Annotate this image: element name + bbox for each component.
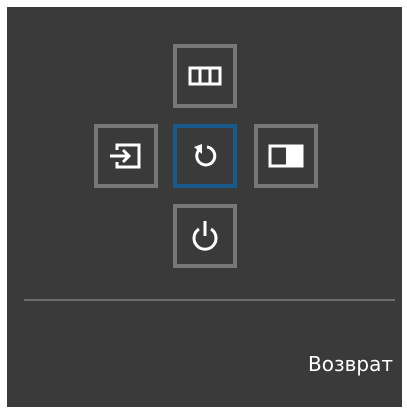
power-button[interactable] — [173, 204, 237, 268]
source-input-button[interactable] — [94, 124, 158, 188]
pip-icon — [268, 144, 304, 168]
picture-mode-icon — [188, 66, 222, 86]
picture-mode-button[interactable] — [173, 44, 237, 108]
power-icon — [192, 221, 218, 251]
pip-button[interactable] — [254, 124, 318, 188]
divider — [24, 299, 395, 301]
return-button[interactable] — [173, 124, 237, 188]
source-input-icon — [110, 143, 141, 169]
osd-menu-panel: Возврат — [7, 7, 402, 407]
selected-item-caption: Возврат — [308, 352, 393, 376]
return-icon — [194, 144, 217, 167]
